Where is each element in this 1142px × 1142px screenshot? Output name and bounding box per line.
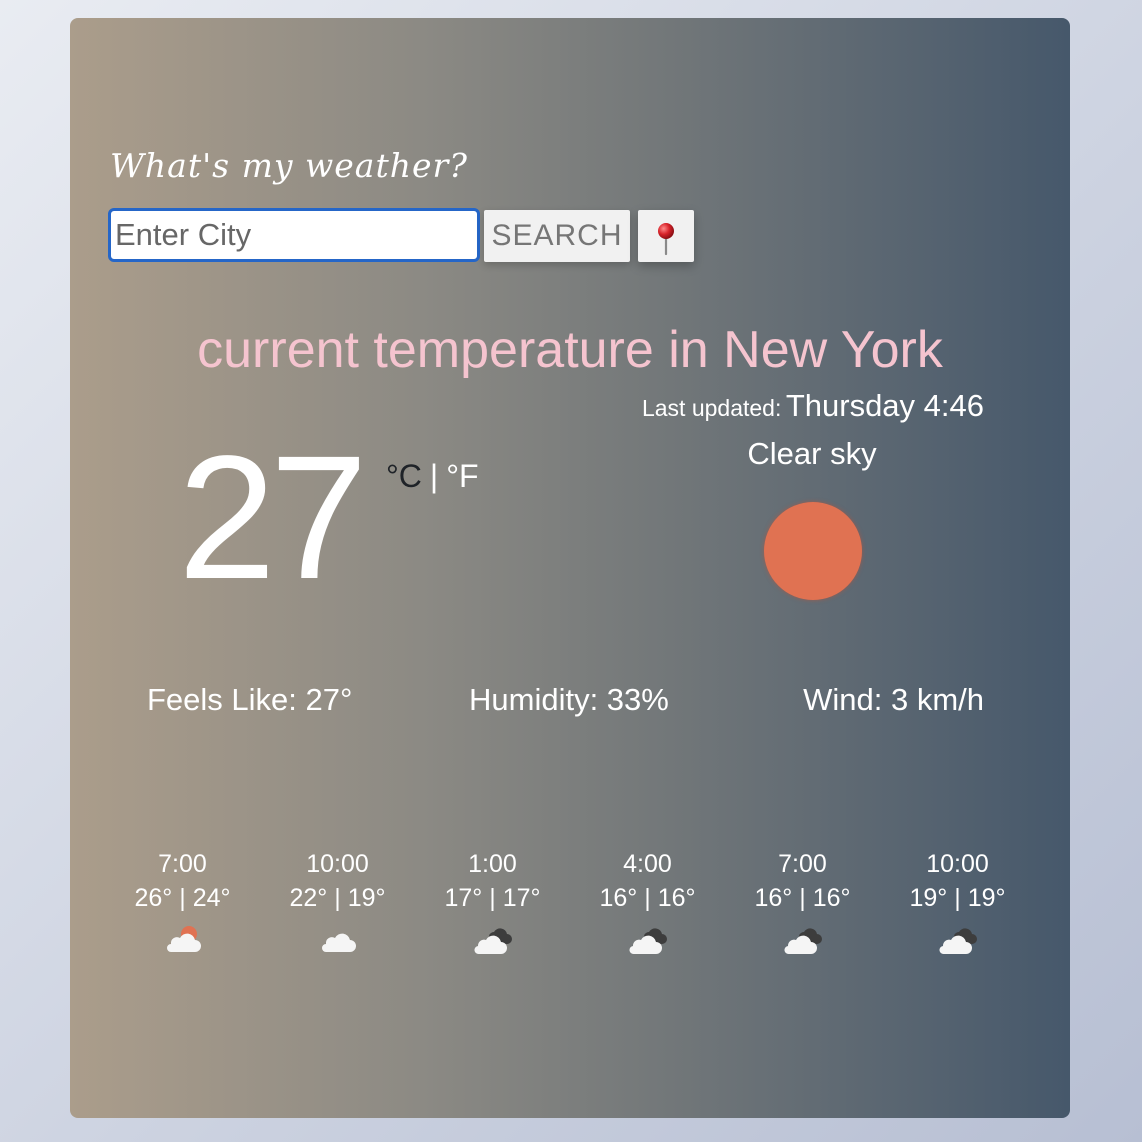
title-prefix: current temperature in	[197, 321, 724, 379]
wind-speed: Wind: 3 km/h	[803, 682, 984, 717]
forecast-time: 4:00	[623, 850, 672, 878]
forecast-item: 10:00 19° | 19°	[880, 850, 1035, 962]
current-temperature: 27	[178, 420, 368, 616]
unit-separator: |	[429, 458, 439, 494]
sun-icon	[764, 502, 862, 600]
forecast-temps: 19° | 19°	[909, 884, 1006, 912]
humidity: Humidity: 33%	[469, 682, 669, 717]
weather-description: Clear sky	[747, 436, 877, 471]
overcast-cloud-icon	[473, 928, 512, 955]
forecast-item: 10:00 22° | 19°	[260, 850, 415, 962]
celsius-link[interactable]: °C	[386, 458, 422, 495]
forecast-item: 7:00 16° | 16°	[725, 850, 880, 962]
forecast-item: 1:00 17° | 17°	[415, 850, 570, 962]
forecast-temps: 17° | 17°	[444, 884, 541, 912]
overcast-cloud-icon	[783, 928, 822, 955]
forecast-item: 4:00 16° | 16°	[570, 850, 725, 962]
weather-card: What's my weather? SEARCH current temper…	[70, 18, 1070, 1118]
last-updated-value: Thursday 4:46	[785, 388, 984, 423]
cloud-icon	[321, 933, 356, 952]
feels-like: Feels Like: 27°	[147, 682, 353, 717]
unit-switcher: °C | °F	[386, 458, 479, 495]
forecast-time: 1:00	[468, 850, 517, 878]
current-temperature-title: current temperature in New York	[70, 320, 1070, 380]
overcast-cloud-icon	[938, 928, 977, 955]
last-updated-label: Last updated:	[641, 395, 782, 421]
search-button[interactable]: SEARCH	[484, 210, 630, 262]
forecast-temps: 26° | 24°	[134, 884, 231, 912]
forecast-temps: 16° | 16°	[754, 884, 851, 912]
overcast-cloud-icon	[628, 928, 667, 955]
partly-cloudy-icon	[166, 926, 201, 952]
city-search-input[interactable]	[108, 208, 480, 262]
fahrenheit-link[interactable]: °F	[446, 458, 478, 495]
last-updated: Last updated: Thursday 4:46	[642, 388, 984, 424]
city-name: New York	[723, 321, 943, 379]
forecast-temps: 16° | 16°	[599, 884, 696, 912]
forecast-time: 7:00	[778, 850, 827, 878]
hourly-forecast: 7:00 26° | 24° 10:00 22° | 19° 1:00 17° …	[105, 850, 1035, 962]
pushpin-icon	[658, 223, 674, 256]
forecast-time: 10:00	[926, 850, 989, 878]
forecast-time: 7:00	[158, 850, 207, 878]
forecast-temps: 22° | 19°	[289, 884, 386, 912]
current-location-button[interactable]	[638, 210, 694, 262]
forecast-time: 10:00	[306, 850, 369, 878]
forecast-item: 7:00 26° | 24°	[105, 850, 260, 962]
app-heading: What's my weather?	[110, 146, 468, 185]
